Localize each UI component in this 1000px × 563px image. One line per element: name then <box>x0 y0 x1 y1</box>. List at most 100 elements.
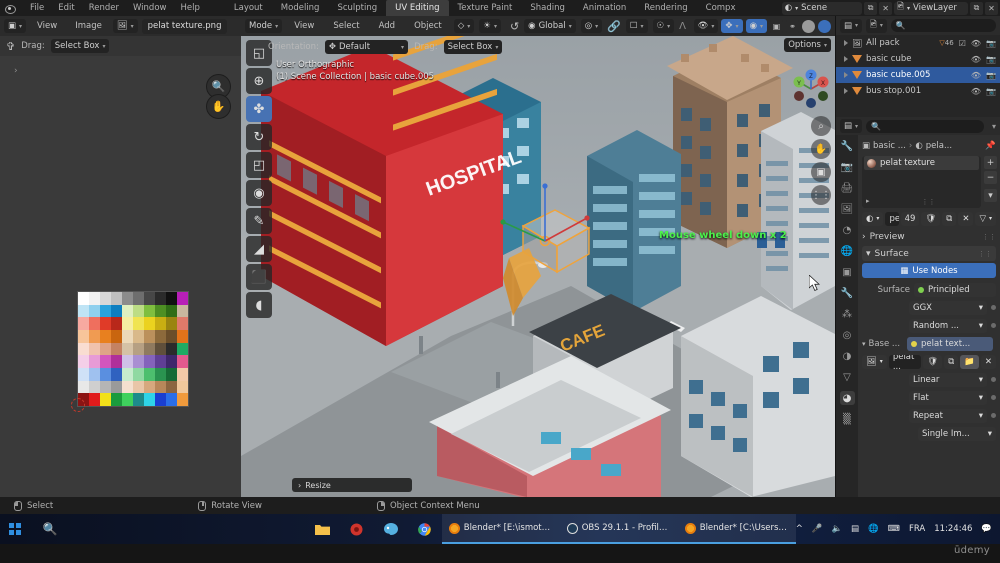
shading-material-icon[interactable] <box>818 19 831 33</box>
annotate-tool[interactable]: ✎ <box>246 208 272 234</box>
rotate-tool[interactable]: ↻ <box>246 124 272 150</box>
camera-icon[interactable]: 📷 <box>986 39 996 48</box>
orientation-dropdown[interactable]: ✥ Default ▾ <box>324 40 409 54</box>
menu-window[interactable]: Window <box>126 3 174 13</box>
paint-3d-icon[interactable] <box>374 522 408 536</box>
menu-render[interactable]: Render <box>82 3 126 13</box>
expand-specials-icon[interactable]: ▸ <box>866 197 870 205</box>
viewport-drag-dropdown[interactable]: Select Box ▾ <box>443 40 503 54</box>
notification-icon[interactable]: 💬 <box>981 524 992 534</box>
globe-icon[interactable]: 🌐 <box>868 524 879 534</box>
camera-view-icon[interactable]: ▣ <box>811 162 831 182</box>
new-scene-button[interactable]: ⧉ <box>864 1 878 15</box>
camera-icon[interactable]: 📷 <box>986 55 996 64</box>
projection-dropdown[interactable]: Flat ▾ <box>909 390 987 405</box>
workspace-modeling[interactable]: Modeling <box>272 3 329 13</box>
battery-icon[interactable]: ▤ <box>851 524 859 534</box>
tab-modifier[interactable]: 🔧 <box>840 286 855 300</box>
shading-wireframe-icon[interactable]: ⚭ <box>786 19 799 33</box>
shield-icon[interactable]: 🛡 <box>923 354 943 369</box>
workspace-animation[interactable]: Animation <box>574 3 635 13</box>
menu-help[interactable]: Help <box>173 3 206 13</box>
uv-texture-image[interactable] <box>77 291 189 407</box>
scene-selector[interactable]: ◐ ▾ Scene <box>781 1 863 15</box>
tab-particles[interactable]: ⁂ <box>840 307 855 321</box>
tab-material[interactable]: ◕ <box>839 391 855 405</box>
distribution-dropdown[interactable]: GGX ▾ <box>909 300 987 315</box>
material-filter-icon[interactable]: ▽ ▾ <box>975 211 996 226</box>
outliner-display-mode-icon[interactable]: ▤ ▾ <box>840 18 863 33</box>
workspace-layout[interactable]: Layout <box>225 3 272 13</box>
transform-orientation-dropdown[interactable]: ◉ Global ▾ <box>524 19 576 33</box>
open-image-folder-icon[interactable]: 📁 <box>960 354 979 369</box>
viewport-mode-dropdown[interactable]: Mode ▾ <box>245 19 283 33</box>
uv-editor-type-button[interactable]: ▣ ▾ <box>4 19 27 33</box>
pan-hand-icon[interactable]: ✋ <box>811 139 831 159</box>
filter-icon[interactable]: 🖻 ▾ <box>866 18 887 33</box>
image-name-field[interactable]: pelat texture.png <box>141 18 228 34</box>
camera-icon[interactable]: 📷 <box>986 71 996 80</box>
workspace-texture-paint[interactable]: Texture Paint <box>449 3 522 13</box>
extrude-region-tool[interactable]: ◖ <box>246 292 272 318</box>
eye-icon[interactable]: 👁 <box>971 87 981 96</box>
uv-pan-hand-icon[interactable]: ✋ <box>206 94 231 119</box>
3d-viewport-canvas[interactable]: HOSPITAL CAFE <box>241 36 835 497</box>
animate-property-dot[interactable] <box>991 377 996 382</box>
animate-property-dot[interactable] <box>991 413 996 418</box>
surface-section-header[interactable]: ▾ Surface ⋮⋮ <box>862 246 996 261</box>
outliner-row[interactable]: basic cube.005 👁 📷 <box>836 67 1000 83</box>
uv-menu-image[interactable]: Image <box>68 21 109 31</box>
chrome-icon[interactable] <box>408 522 442 536</box>
clock[interactable]: 11:24:46 <box>934 524 972 534</box>
outliner-row[interactable]: 🖼 All pack ▽46 ☑ 👁 📷 <box>836 35 1000 51</box>
recording-app-icon[interactable] <box>340 523 374 536</box>
breadcrumb-material[interactable]: pela... <box>926 141 952 151</box>
language-indicator[interactable]: FRA <box>909 524 925 534</box>
tab-tool[interactable]: 🔧 <box>840 139 855 153</box>
remove-material-slot-button[interactable]: − <box>984 171 997 184</box>
visibility-dropdown[interactable]: 👁 ▾ <box>693 19 719 33</box>
toggle-ortho-icon[interactable]: ⋮⋮ <box>811 185 831 205</box>
operator-redo-panel[interactable]: › Resize <box>292 478 412 492</box>
workspace-sculpting[interactable]: Sculpting <box>328 3 386 13</box>
search-icon[interactable]: 🔍 <box>30 522 70 536</box>
image-browse-button[interactable]: 🖼 ▾ <box>112 19 138 33</box>
new-viewlayer-button[interactable]: ⧉ <box>970 1 983 15</box>
taskbar-task[interactable]: OBS 29.1.1 - Profile: Sa... <box>559 514 678 544</box>
proportional-edit-dropdown[interactable]: ☐ ▾ <box>625 19 648 33</box>
viewport-menu-view[interactable]: View <box>287 21 321 31</box>
speaker-icon[interactable]: 🔈 <box>831 524 842 534</box>
uv-canvas[interactable] <box>0 56 241 497</box>
navigation-gizmo[interactable]: X Y Z <box>790 68 832 110</box>
uv-sidebar-toggle-icon[interactable]: › <box>14 66 18 76</box>
windows-start-icon[interactable] <box>0 523 30 535</box>
show-overlays-dropdown[interactable]: ◉ ▾ <box>745 19 767 33</box>
surface-shader-dropdown[interactable]: Principled <box>914 282 996 297</box>
transform-pivot-icon[interactable]: ↺ <box>510 20 519 33</box>
base-color-input-socket[interactable]: pelat text... <box>907 336 994 351</box>
tab-scene[interactable]: ◔ <box>840 223 855 237</box>
xray-toggle-icon[interactable]: ▣ <box>770 19 783 33</box>
disclosure-triangle-icon[interactable] <box>844 72 848 78</box>
viewport-menu-select[interactable]: Select <box>326 21 366 31</box>
snap-target-dropdown[interactable]: ◎ ▾ <box>580 19 603 33</box>
outliner-row[interactable]: basic cube 👁 📷 <box>836 51 1000 67</box>
object-mode-icon-dropdown[interactable]: ◇ ▾ <box>453 19 475 33</box>
tab-view-layer[interactable]: 🖼 <box>840 202 855 216</box>
eye-icon[interactable]: 👁 <box>971 39 981 48</box>
material-slot-item[interactable]: pelat texture <box>864 156 979 170</box>
browse-image-button[interactable]: 🖼 ▾ <box>862 354 887 369</box>
browse-material-button[interactable]: ◐ ▾ <box>862 211 884 226</box>
viewport-shading-icon-dropdown[interactable]: ☀ ▾ <box>479 19 501 33</box>
keyboard-icon[interactable]: ⌨ <box>888 524 900 534</box>
tab-physics[interactable]: ◎ <box>840 328 855 342</box>
menu-file[interactable]: File <box>23 3 51 13</box>
workspace-compositing[interactable]: Compx <box>697 3 745 13</box>
subsurface-method-dropdown[interactable]: Random ... ▾ <box>909 318 987 333</box>
menu-edit[interactable]: Edit <box>51 3 81 13</box>
taskbar-task[interactable]: Blender* [E:\ismotric t... <box>441 514 560 544</box>
viewport-menu-object[interactable]: Object <box>407 21 449 31</box>
uv-menu-view[interactable]: View <box>30 21 64 31</box>
workspace-shading[interactable]: Shading <box>521 3 574 13</box>
snap-magnet-icon[interactable]: 🔗 <box>607 20 621 33</box>
